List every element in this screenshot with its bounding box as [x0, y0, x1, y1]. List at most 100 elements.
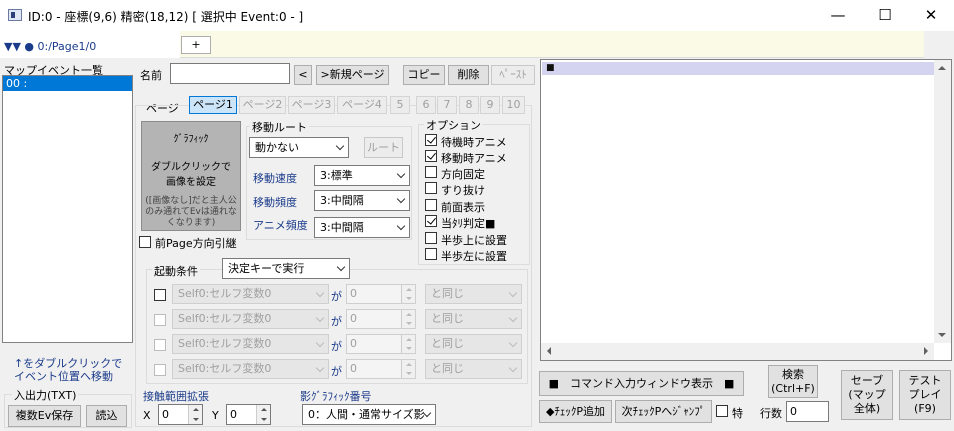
- move-frequency-label: 移動頻度: [253, 196, 297, 209]
- option-label-idle-anim: 待機時アニメ: [441, 136, 507, 149]
- line-count-input[interactable]: 0: [786, 401, 829, 422]
- spinner-icon[interactable]: [401, 285, 415, 303]
- move-speed-select[interactable]: 3:標準: [314, 165, 410, 186]
- minimize-button[interactable]: —: [815, 0, 861, 31]
- contact-y-value: 0: [230, 408, 237, 421]
- option-checkbox-front-display[interactable]: [425, 199, 437, 211]
- condition-2-checkbox[interactable]: [154, 314, 166, 326]
- option-checkbox-idle-anim[interactable]: [425, 134, 437, 146]
- add-checkpoint-button[interactable]: ◆ﾁｪｯｸP追加: [539, 400, 612, 423]
- tab-page-9[interactable]: 9: [480, 96, 500, 114]
- read-button[interactable]: 読込: [86, 405, 127, 427]
- tab-page-8[interactable]: 8: [459, 96, 479, 114]
- spinner-icon[interactable]: [401, 335, 415, 353]
- command-input-window-button[interactable]: ■ コマンド入力ウィンドウ表示 ■: [539, 371, 744, 396]
- option-checkbox-pass-through[interactable]: [425, 182, 437, 194]
- trigger-type-select[interactable]: 決定キーで実行: [222, 258, 350, 279]
- tab-page-10[interactable]: 10: [502, 96, 525, 114]
- command-line-1[interactable]: ■: [542, 62, 936, 75]
- close-button[interactable]: ✕: [908, 0, 954, 31]
- app-icon: [8, 9, 22, 21]
- search-button[interactable]: 検索 (Ctrl+F): [768, 365, 818, 398]
- anim-frequency-select[interactable]: 3:中間隔: [314, 217, 410, 238]
- condition-1-op-select[interactable]: と同じ: [425, 284, 522, 304]
- chevron-down-icon: [508, 363, 518, 373]
- contact-x-input[interactable]: 0: [158, 404, 203, 425]
- option-checkbox-collision[interactable]: [425, 215, 437, 227]
- save-button[interactable]: セーブ (マップ 全体): [841, 370, 893, 420]
- contact-x-label: X: [143, 409, 151, 422]
- tab-page-4[interactable]: ページ4: [337, 96, 387, 114]
- prev-page-button[interactable]: <: [294, 65, 312, 85]
- condition-3-variable-select[interactable]: Self0:セルフ変数0: [172, 334, 329, 354]
- list-item-event-00[interactable]: 00 :: [3, 76, 132, 91]
- graphic-box[interactable]: ｸﾞﾗﾌｨｯｸ ダブルクリックで 画像を設定 ([画像なし]だと主人公のみ通れて…: [141, 121, 241, 231]
- condition-4-op-select[interactable]: と同じ: [425, 359, 522, 379]
- contact-x-value: 0: [162, 408, 169, 421]
- paste-button[interactable]: ﾍﾟｰｽﾄ: [491, 65, 535, 85]
- condition-1-variable-select[interactable]: Self0:セルフ変数0: [172, 284, 329, 304]
- condition-1-checkbox[interactable]: [154, 289, 166, 301]
- save-multiple-events-button[interactable]: 複数Ev保存: [8, 405, 81, 427]
- special-checkbox[interactable]: [716, 405, 728, 417]
- tab-page-1[interactable]: ページ1: [189, 96, 237, 114]
- scroll-left-icon[interactable]: [547, 347, 551, 355]
- test-play-button[interactable]: テスト プレイ (F9): [899, 370, 951, 420]
- condition-3-ga: が: [331, 340, 342, 353]
- condition-4-variable-select[interactable]: Self0:セルフ変数0: [172, 359, 329, 379]
- condition-3-op-select[interactable]: と同じ: [425, 334, 522, 354]
- test-play-sub-1: プレイ: [908, 388, 942, 401]
- event-name-input[interactable]: [170, 63, 290, 84]
- scroll-down-icon[interactable]: [938, 333, 946, 337]
- command-list[interactable]: ■: [540, 59, 952, 361]
- page-tree-strip: [180, 31, 924, 58]
- condition-4-checkbox[interactable]: [154, 364, 166, 376]
- add-page-tab-button[interactable]: +: [181, 36, 211, 54]
- option-label-half-step-left: 半歩左に設置: [441, 250, 507, 263]
- condition-2-op-select[interactable]: と同じ: [425, 309, 522, 329]
- route-button[interactable]: ルート: [364, 137, 403, 158]
- scroll-up-icon[interactable]: [938, 66, 946, 70]
- chevron-down-icon: [508, 313, 518, 323]
- horizontal-scrollbar[interactable]: [541, 343, 934, 360]
- spinner-icon[interactable]: [256, 405, 270, 424]
- option-checkbox-move-anim[interactable]: [425, 150, 437, 162]
- move-type-select[interactable]: 動かない: [249, 137, 349, 158]
- graphic-note: ([画像なし]だと主人公のみ通れてEvは通れなくなります): [145, 196, 237, 228]
- contact-y-input[interactable]: 0: [226, 404, 271, 425]
- vertical-scrollbar[interactable]: [934, 60, 951, 343]
- option-checkbox-fixed-direction[interactable]: [425, 166, 437, 178]
- move-type-value: 動かない: [255, 141, 299, 154]
- prev-page-direction-checkbox[interactable]: [139, 236, 151, 248]
- condition-4-ga: が: [331, 365, 342, 378]
- condition-1-value-input[interactable]: 0: [346, 284, 416, 304]
- tab-page-5[interactable]: 5: [390, 96, 410, 114]
- option-checkbox-half-step-up[interactable]: [425, 232, 437, 244]
- delete-button[interactable]: 削除: [448, 65, 489, 85]
- condition-3-variable: Self0:セルフ変数0: [178, 337, 272, 350]
- spinner-icon[interactable]: [188, 405, 202, 424]
- condition-2-variable-select[interactable]: Self0:セルフ変数0: [172, 309, 329, 329]
- copy-button[interactable]: コピー: [403, 65, 445, 85]
- condition-2-value-input[interactable]: 0: [346, 309, 416, 329]
- tab-page-7[interactable]: 7: [437, 96, 457, 114]
- spinner-icon[interactable]: [401, 310, 415, 328]
- condition-3-value-input[interactable]: 0: [346, 334, 416, 354]
- shadow-title: 影ｸﾞﾗﾌｨｯｸ番号: [300, 390, 372, 403]
- condition-2-ga: が: [331, 315, 342, 328]
- shadow-select[interactable]: 0：人間・通常サイズ影: [302, 404, 436, 425]
- move-frequency-select[interactable]: 3:中間隔: [314, 190, 410, 211]
- next-checkpoint-button[interactable]: 次ﾁｪｯｸPへｼﾞｬﾝﾌﾟ: [615, 400, 712, 423]
- maximize-button[interactable]: ☐: [862, 0, 908, 31]
- condition-4-value-input[interactable]: 0: [346, 359, 416, 379]
- new-page-button[interactable]: >新規ページ: [316, 65, 389, 85]
- map-event-list[interactable]: 00 :: [2, 75, 133, 343]
- tab-page-2[interactable]: ページ2: [239, 96, 286, 114]
- option-checkbox-half-step-left[interactable]: [425, 248, 437, 260]
- condition-3-checkbox[interactable]: [154, 339, 166, 351]
- name-label: 名前: [140, 69, 162, 82]
- spinner-icon[interactable]: [401, 360, 415, 378]
- scroll-right-icon[interactable]: [924, 347, 928, 355]
- tab-page-3[interactable]: ページ3: [288, 96, 335, 114]
- tab-page-6[interactable]: 6: [416, 96, 436, 114]
